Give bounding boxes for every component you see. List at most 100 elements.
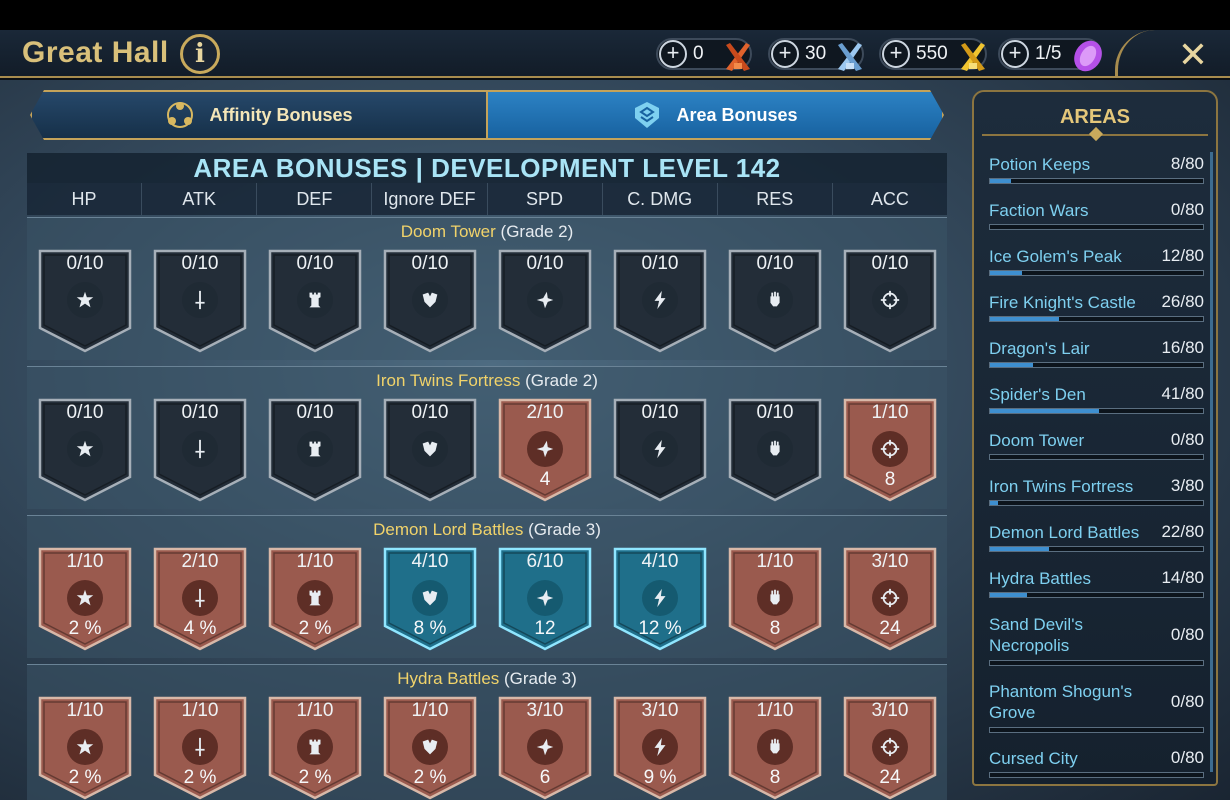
bonus-shield-ignore-def[interactable]: 4/10 8 % bbox=[382, 546, 478, 652]
gold-sword-icon bbox=[961, 43, 985, 71]
area-count: 3/80 bbox=[1170, 476, 1204, 495]
bonus-shield-c-dmg[interactable]: 0/10 bbox=[612, 248, 708, 354]
acc-icon bbox=[872, 580, 908, 616]
area-progress-bar bbox=[989, 660, 1204, 666]
header: Great Hall i + 0 + 30 + 550 + 1/5 ✕ bbox=[0, 30, 1230, 78]
shield-bonus: 24 bbox=[879, 767, 901, 788]
bonus-shield-res[interactable]: 0/10 bbox=[727, 397, 823, 503]
shield-progress: 3/10 bbox=[871, 700, 909, 721]
add-gold-swords-button[interactable]: + bbox=[882, 40, 910, 68]
bonus-shield-hp[interactable]: 1/10 2 % bbox=[37, 695, 133, 800]
acc-icon bbox=[872, 282, 908, 318]
bonus-section: Iron Twins Fortress (Grade 2) 0/10 0/10 0/1… bbox=[27, 366, 947, 509]
shield-bonus: 2 % bbox=[413, 767, 447, 788]
section-area-name: Doom Tower bbox=[400, 222, 496, 241]
area-name: Demon Lord Battles bbox=[989, 523, 1140, 542]
bonus-shield-ignore-def[interactable]: 0/10 bbox=[382, 397, 478, 503]
area-progress-bar bbox=[989, 772, 1204, 778]
area-name: Sand Devil's Necropolis bbox=[989, 615, 1083, 655]
affinity-icon bbox=[167, 102, 194, 128]
bonus-shield-acc[interactable]: 0/10 bbox=[842, 248, 938, 354]
shield-bonus: 9 % bbox=[643, 767, 677, 788]
info-button[interactable]: i bbox=[180, 34, 220, 74]
shield-bonus: 4 bbox=[539, 469, 551, 490]
area-progress-bar bbox=[989, 178, 1204, 184]
area-count: 8/80 bbox=[1170, 154, 1204, 173]
blue-sword-icon bbox=[838, 43, 862, 71]
hp-icon bbox=[67, 580, 103, 616]
hp-icon bbox=[67, 282, 103, 318]
bonus-shield-def[interactable]: 1/10 2 % bbox=[267, 695, 363, 800]
bonus-shield-spd[interactable]: 6/10 12 bbox=[497, 546, 593, 652]
area-progress-bar bbox=[989, 500, 1204, 506]
bonus-shield-ignore-def[interactable]: 0/10 bbox=[382, 248, 478, 354]
bonus-shield-res[interactable]: 1/10 8 bbox=[727, 695, 823, 800]
bonus-shield-def[interactable]: 1/10 2 % bbox=[267, 546, 363, 652]
shield-progress: 0/10 bbox=[66, 402, 104, 423]
add-blue-swords-button[interactable]: + bbox=[771, 40, 799, 68]
atk-icon bbox=[182, 282, 218, 318]
bonus-shield-acc[interactable]: 3/10 24 bbox=[842, 546, 938, 652]
shield-progress: 1/10 bbox=[411, 700, 449, 721]
column-headers: HP ATK DEF Ignore DEF SPD C. DMG RES ACC bbox=[27, 183, 947, 215]
area-count: 0/80 bbox=[1170, 748, 1204, 767]
area-progress-bar bbox=[989, 270, 1204, 276]
bonus-shield-c-dmg[interactable]: 0/10 bbox=[612, 397, 708, 503]
bonus-shield-atk[interactable]: 1/10 2 % bbox=[152, 695, 248, 800]
shield-progress: 0/10 bbox=[756, 253, 794, 274]
areas-scrollbar[interactable] bbox=[1210, 152, 1213, 772]
bonus-shield-c-dmg[interactable]: 3/10 9 % bbox=[612, 695, 708, 800]
column-header: Ignore DEF bbox=[372, 183, 488, 215]
bonus-section: Hydra Battles (Grade 3) 1/10 2 % 1/10 2 % 1/1… bbox=[27, 664, 947, 800]
tab-affinity-bonuses[interactable]: Affinity Bonuses bbox=[30, 90, 487, 140]
close-button[interactable]: ✕ bbox=[1178, 34, 1208, 76]
spd-icon bbox=[527, 282, 563, 318]
shield-bonus: 6 bbox=[539, 767, 551, 788]
bonus-shield-res[interactable]: 1/10 8 bbox=[727, 546, 823, 652]
bonus-shield-atk[interactable]: 0/10 bbox=[152, 248, 248, 354]
hp-icon bbox=[67, 729, 103, 765]
hp-icon bbox=[67, 431, 103, 467]
spd-icon bbox=[527, 580, 563, 616]
column-header: DEF bbox=[257, 183, 373, 215]
bonus-shield-res[interactable]: 0/10 bbox=[727, 248, 823, 354]
area-count: 41/80 bbox=[1161, 384, 1204, 403]
areas-title: AREAS bbox=[1059, 106, 1130, 128]
shield-bonus: 8 bbox=[769, 767, 781, 788]
area-count: 0/80 bbox=[1170, 200, 1204, 219]
bonus-shield-hp[interactable]: 1/10 2 % bbox=[37, 546, 133, 652]
add-gems-button[interactable]: + bbox=[1001, 40, 1029, 68]
crit-dmg-icon bbox=[642, 729, 678, 765]
area-progress-fill bbox=[990, 547, 1049, 551]
bonus-shield-hp[interactable]: 0/10 bbox=[37, 397, 133, 503]
bonus-shield-spd[interactable]: 0/10 bbox=[497, 248, 593, 354]
add-red-swords-button[interactable]: + bbox=[659, 40, 687, 68]
top-bar bbox=[0, 0, 1230, 30]
bonus-section: Demon Lord Battles (Grade 3) 1/10 2 % 2/10 4… bbox=[27, 515, 947, 658]
shield-bonus: 8 bbox=[884, 469, 896, 490]
bonus-shield-def[interactable]: 0/10 bbox=[267, 397, 363, 503]
ignore-def-icon bbox=[412, 580, 448, 616]
shield-progress: 3/10 bbox=[526, 700, 564, 721]
bonus-shield-atk[interactable]: 0/10 bbox=[152, 397, 248, 503]
bonus-shield-acc[interactable]: 1/10 8 bbox=[842, 397, 938, 503]
bonus-shield-spd[interactable]: 3/10 6 bbox=[497, 695, 593, 800]
area-name: Doom Tower bbox=[989, 431, 1085, 450]
area-progress-fill bbox=[990, 271, 1022, 275]
purple-gem-icon bbox=[1074, 40, 1102, 72]
area-progress-bar bbox=[989, 592, 1204, 598]
shield-progress: 0/10 bbox=[296, 253, 334, 274]
bonus-shield-hp[interactable]: 0/10 bbox=[37, 248, 133, 354]
bonus-shield-c-dmg[interactable]: 4/10 12 % bbox=[612, 546, 708, 652]
bonus-shield-spd[interactable]: 2/10 4 bbox=[497, 397, 593, 503]
bonus-shield-ignore-def[interactable]: 1/10 2 % bbox=[382, 695, 478, 800]
tab-area-bonuses[interactable]: Area Bonuses bbox=[487, 90, 944, 140]
bonus-shield-acc[interactable]: 3/10 24 bbox=[842, 695, 938, 800]
bonus-shield-atk[interactable]: 2/10 4 % bbox=[152, 546, 248, 652]
shield-progress: 3/10 bbox=[871, 551, 909, 572]
area-name: Ice Golem's Peak bbox=[989, 247, 1122, 266]
atk-icon bbox=[182, 580, 218, 616]
shield-bonus: 8 bbox=[769, 618, 781, 639]
bonus-shield-def[interactable]: 0/10 bbox=[267, 248, 363, 354]
shield-progress: 0/10 bbox=[411, 402, 449, 423]
